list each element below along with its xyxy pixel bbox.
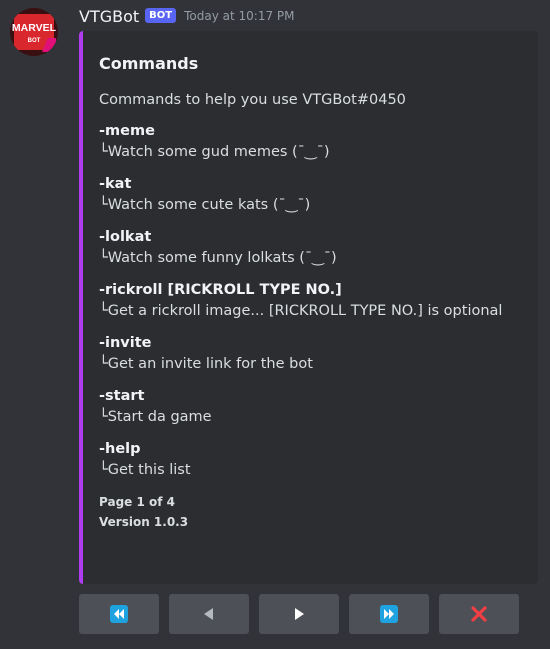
previous-page-button[interactable] xyxy=(169,594,249,634)
avatar-text-top: MARVEL xyxy=(12,22,57,34)
embed-field-rickroll: -rickroll [RICKROLL TYPE NO.] └Get a ric… xyxy=(99,280,530,323)
last-page-button[interactable] xyxy=(349,594,429,634)
next-page-button[interactable] xyxy=(259,594,339,634)
field-value: └Watch some gud memes (¯‿¯) xyxy=(99,144,330,160)
bot-tag: BOT xyxy=(145,7,177,23)
field-name: -kat xyxy=(99,176,132,192)
avatar[interactable]: MARVEL BOT xyxy=(10,8,58,56)
footer-page: Page 1 of 4 xyxy=(99,495,175,509)
next-arrow-icon xyxy=(295,608,304,620)
embed-description: Commands to help you use VTGBot#0450 xyxy=(99,92,406,108)
field-name: -start xyxy=(99,388,145,404)
embed-field-help: -help └Get this list xyxy=(99,439,530,482)
author-username[interactable]: VTGBot xyxy=(79,7,139,26)
embed-field-lolkat: -lolkat └Watch some funny lolkats (¯‿¯) xyxy=(99,227,530,270)
embed-field-kat: -kat └Watch some cute kats (¯‿¯) xyxy=(99,174,530,217)
field-name: -help xyxy=(99,441,141,457)
embed-accent-bar xyxy=(79,31,83,584)
embed-footer: Page 1 of 4 Version 1.0.3 xyxy=(99,492,530,532)
field-value: └Get a rickroll image... [RICKROLL TYPE … xyxy=(99,303,503,319)
field-name: -lolkat xyxy=(99,229,152,245)
embed-title: Commands xyxy=(99,54,199,73)
close-menu-button[interactable] xyxy=(439,594,519,634)
embed-field-start: -start └Start da game xyxy=(99,386,530,429)
field-value: └Start da game xyxy=(99,409,212,425)
marvel-bot-logo-icon: MARVEL BOT xyxy=(10,8,58,56)
message-timestamp: Today at 10:17 PM xyxy=(184,9,295,23)
pagination-buttons xyxy=(79,594,519,634)
field-value: └Get an invite link for the bot xyxy=(99,356,313,372)
bot-message: MARVEL BOT VTGBot BOT Today at 10:17 PM … xyxy=(0,0,550,649)
avatar-text-bottom: BOT xyxy=(28,38,41,44)
field-name: -meme xyxy=(99,123,155,139)
message-header: VTGBot BOT Today at 10:17 PM xyxy=(79,4,295,28)
fast-rewind-icon xyxy=(110,605,128,623)
field-value: └Watch some cute kats (¯‿¯) xyxy=(99,197,311,213)
close-x-icon xyxy=(471,606,487,622)
footer-version: Version 1.0.3 xyxy=(99,515,189,529)
first-page-button[interactable] xyxy=(79,594,159,634)
fast-forward-icon xyxy=(380,605,398,623)
embed-field-meme: -meme └Watch some gud memes (¯‿¯) xyxy=(99,121,530,164)
embed-field-invite: -invite └Get an invite link for the bot xyxy=(99,333,530,376)
field-name: -invite xyxy=(99,335,152,351)
field-value: └Watch some funny lolkats (¯‿¯) xyxy=(99,250,337,266)
field-name: -rickroll [RICKROLL TYPE NO.] xyxy=(99,282,342,298)
embed-content: Commands Commands to help you use VTGBot… xyxy=(99,53,530,532)
commands-embed: Commands Commands to help you use VTGBot… xyxy=(79,31,538,584)
previous-arrow-icon xyxy=(204,608,213,620)
field-value: └Get this list xyxy=(99,462,191,478)
